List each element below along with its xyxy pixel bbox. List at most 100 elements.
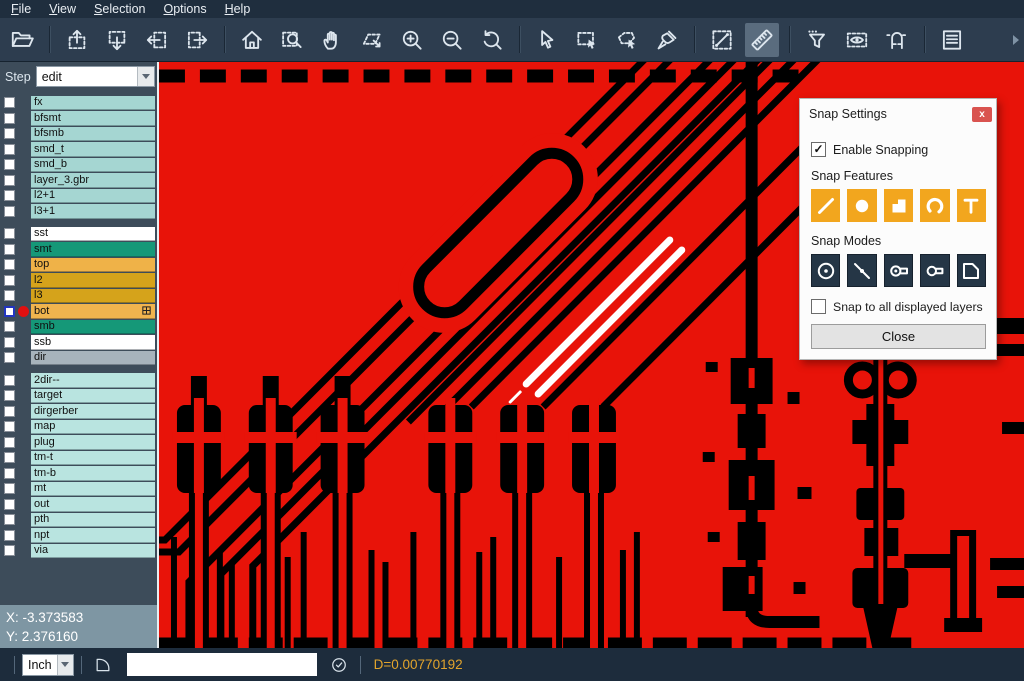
layer-chip[interactable]: sst bbox=[31, 227, 155, 242]
layer-chip[interactable]: npt bbox=[31, 528, 155, 543]
zoom-previous-button[interactable] bbox=[475, 23, 509, 57]
layer-visibility-checkbox[interactable] bbox=[4, 190, 15, 201]
angle-ruler-icon[interactable] bbox=[93, 655, 113, 675]
command-input[interactable] bbox=[127, 653, 317, 676]
open-project-button[interactable] bbox=[5, 23, 39, 57]
layer-visibility-checkbox[interactable] bbox=[4, 406, 15, 417]
close-button[interactable]: Close bbox=[811, 324, 986, 349]
layer-visibility-checkbox[interactable] bbox=[4, 321, 15, 332]
snap-all-layers-checkbox[interactable] bbox=[811, 299, 826, 314]
snap-feature-surface-button[interactable] bbox=[884, 189, 913, 222]
snap-feature-line-button[interactable] bbox=[811, 189, 840, 222]
layer-chip[interactable]: bot bbox=[31, 304, 155, 319]
apply-sync-icon[interactable] bbox=[329, 655, 349, 675]
snap-mode-contour-button[interactable] bbox=[957, 254, 986, 287]
close-icon[interactable]: x bbox=[972, 107, 992, 122]
layer-visibility-checkbox[interactable] bbox=[4, 306, 15, 317]
layer-visibility-checkbox[interactable] bbox=[4, 144, 15, 155]
layer-chip[interactable]: dir bbox=[31, 351, 155, 366]
enable-snapping-checkbox[interactable]: ✓ bbox=[811, 142, 826, 157]
step-select[interactable]: edit bbox=[36, 66, 155, 87]
pan-down-button[interactable] bbox=[100, 23, 134, 57]
home-view-button[interactable] bbox=[235, 23, 269, 57]
pan-up-button[interactable] bbox=[60, 23, 94, 57]
layer-chip[interactable]: bfsmt bbox=[31, 111, 155, 126]
dialog-titlebar[interactable]: Snap Settings x bbox=[800, 99, 996, 126]
enable-snapping-row[interactable]: ✓ Enable Snapping bbox=[811, 142, 986, 157]
snap-mode-midpoint-button[interactable] bbox=[847, 254, 876, 287]
layer-visibility-checkbox[interactable] bbox=[4, 259, 15, 270]
layer-chip[interactable]: tm-t bbox=[31, 451, 155, 466]
layer-visibility-checkbox[interactable] bbox=[4, 375, 15, 386]
pan-left-button[interactable] bbox=[140, 23, 174, 57]
layer-chip[interactable]: smb bbox=[31, 320, 155, 335]
layer-visibility-checkbox[interactable] bbox=[4, 228, 15, 239]
layer-chip[interactable]: map bbox=[31, 420, 155, 435]
layer-chip[interactable]: bfsmb bbox=[31, 127, 155, 142]
snap-feature-pad-button[interactable] bbox=[847, 189, 876, 222]
layer-chip[interactable]: smd_t bbox=[31, 142, 155, 157]
layer-visibility-checkbox[interactable] bbox=[4, 352, 15, 363]
zoom-object-button[interactable] bbox=[355, 23, 389, 57]
menu-options[interactable]: Options bbox=[154, 0, 215, 18]
zoom-in-button[interactable] bbox=[395, 23, 429, 57]
menu-help[interactable]: Help bbox=[216, 0, 260, 18]
view-region-button[interactable] bbox=[840, 23, 874, 57]
canvas-viewport[interactable]: Snap Settings x ✓ Enable Snapping Snap F… bbox=[157, 62, 1024, 648]
layer-chip[interactable]: dirgerber bbox=[31, 404, 155, 419]
layer-chip[interactable]: l3 bbox=[31, 289, 155, 304]
snap-magnet-button[interactable] bbox=[880, 23, 914, 57]
layer-chip[interactable]: out bbox=[31, 497, 155, 512]
menu-file[interactable]: File bbox=[2, 0, 40, 18]
layer-visibility-checkbox[interactable] bbox=[4, 275, 15, 286]
layer-chip[interactable]: pth bbox=[31, 513, 155, 528]
clear-highlight-button[interactable] bbox=[650, 23, 684, 57]
layer-chip[interactable]: mt bbox=[31, 482, 155, 497]
snap-feature-arc-button[interactable] bbox=[920, 189, 949, 222]
grid-icon[interactable] bbox=[141, 305, 152, 316]
layer-chip[interactable]: target bbox=[31, 389, 155, 404]
toolbar-overflow-icon[interactable] bbox=[1013, 35, 1019, 45]
layer-visibility-checkbox[interactable] bbox=[4, 159, 15, 170]
units-select[interactable]: Inch bbox=[22, 654, 74, 676]
pan-right-button[interactable] bbox=[180, 23, 214, 57]
layer-visibility-checkbox[interactable] bbox=[4, 545, 15, 556]
layer-visibility-checkbox[interactable] bbox=[4, 128, 15, 139]
snap-mode-center-button[interactable] bbox=[811, 254, 840, 287]
measure-distance-button[interactable] bbox=[705, 23, 739, 57]
menu-selection[interactable]: Selection bbox=[85, 0, 154, 18]
measure-ruler-button[interactable] bbox=[745, 23, 779, 57]
layer-visibility-checkbox[interactable] bbox=[4, 290, 15, 301]
layer-visibility-checkbox[interactable] bbox=[4, 244, 15, 255]
layer-chip[interactable]: via bbox=[31, 544, 155, 559]
layer-chip[interactable]: layer_3.gbr bbox=[31, 173, 155, 188]
layer-visibility-checkbox[interactable] bbox=[4, 514, 15, 525]
layer-visibility-checkbox[interactable] bbox=[4, 390, 15, 401]
layer-visibility-checkbox[interactable] bbox=[4, 175, 15, 186]
layer-chip[interactable]: 2dir-- bbox=[31, 373, 155, 388]
zoom-window-button[interactable] bbox=[275, 23, 309, 57]
snap-mode-pad-button[interactable] bbox=[920, 254, 949, 287]
layer-visibility-checkbox[interactable] bbox=[4, 206, 15, 217]
menu-view[interactable]: View bbox=[40, 0, 85, 18]
layer-visibility-checkbox[interactable] bbox=[4, 337, 15, 348]
select-cursor-button[interactable] bbox=[530, 23, 564, 57]
report-list-button[interactable] bbox=[935, 23, 969, 57]
zoom-out-button[interactable] bbox=[435, 23, 469, 57]
layer-visibility-checkbox[interactable] bbox=[4, 483, 15, 494]
layer-visibility-checkbox[interactable] bbox=[4, 421, 15, 432]
layer-chip[interactable]: tm-b bbox=[31, 466, 155, 481]
layer-chip[interactable]: fx bbox=[31, 96, 155, 111]
snap-all-layers-row[interactable]: Snap to all displayed layers bbox=[811, 299, 986, 314]
layer-visibility-checkbox[interactable] bbox=[4, 452, 15, 463]
snap-feature-text-button[interactable] bbox=[957, 189, 986, 222]
layer-chip[interactable]: smt bbox=[31, 242, 155, 257]
filter-button[interactable] bbox=[800, 23, 834, 57]
layer-chip[interactable]: l2 bbox=[31, 273, 155, 288]
layer-chip[interactable]: ssb bbox=[31, 335, 155, 350]
layer-visibility-checkbox[interactable] bbox=[4, 499, 15, 510]
layer-chip[interactable]: l3+1 bbox=[31, 204, 155, 219]
select-polygon-button[interactable] bbox=[610, 23, 644, 57]
pan-hand-button[interactable] bbox=[315, 23, 349, 57]
layer-visibility-checkbox[interactable] bbox=[4, 468, 15, 479]
